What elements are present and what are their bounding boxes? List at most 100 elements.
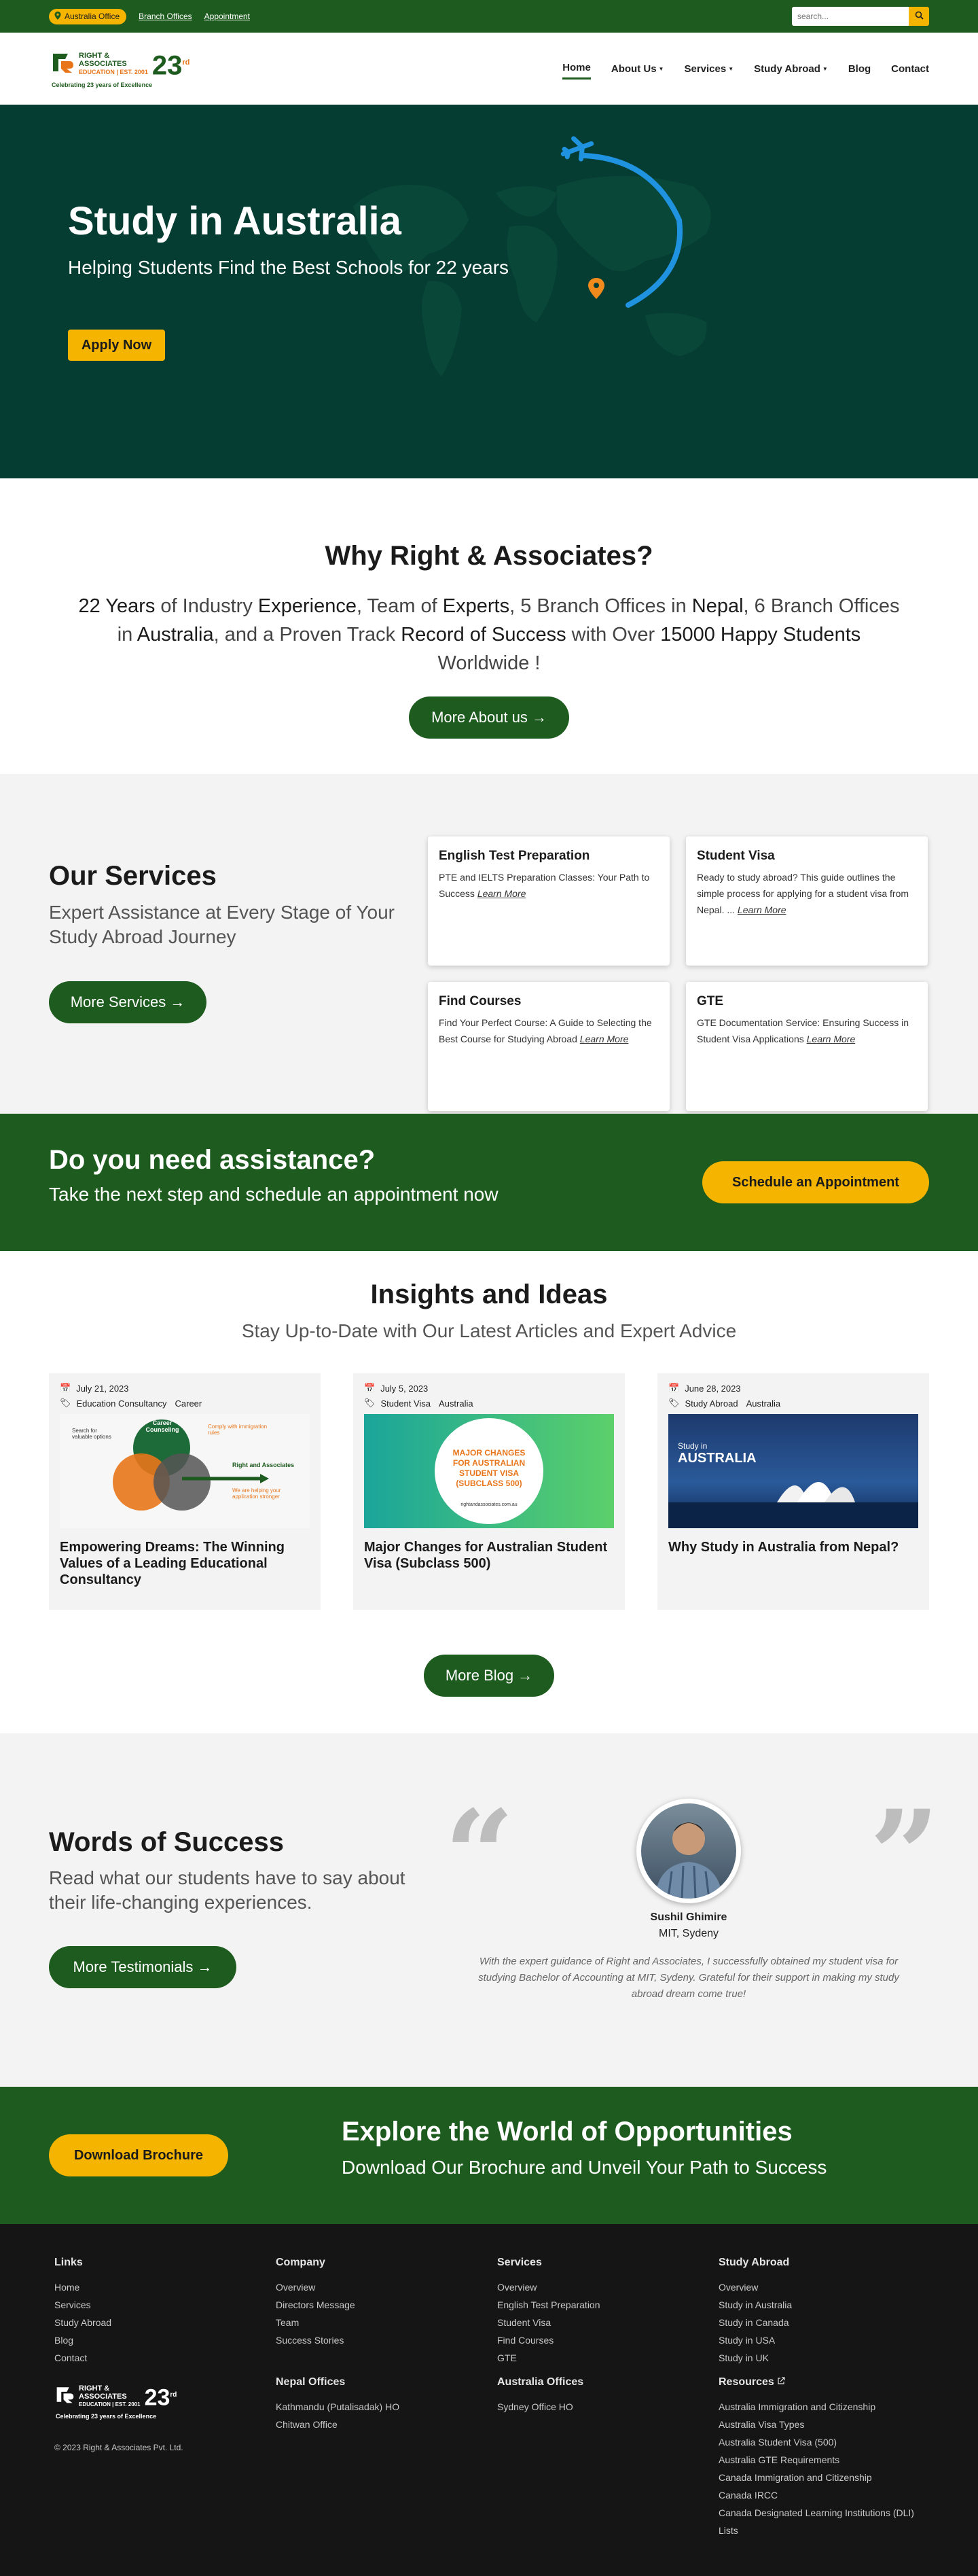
why-text: , and a Proven Track [213,624,401,646]
footer-resource-link[interactable]: Australia Visa Types [719,2416,936,2433]
learn-more-link[interactable]: Learn More [807,1034,856,1044]
blog-post-card[interactable]: 📅 June 28, 2023 🏷 Study Abroad Australia St… [657,1373,929,1610]
tag-icon: 🏷 [364,1398,376,1408]
footer-link[interactable]: Home [54,2278,111,2296]
search-input[interactable] [792,7,909,26]
service-card[interactable]: Find Courses Find Your Perfect Course: A … [428,982,670,1111]
download-brochure-button[interactable]: Download Brochure [49,2134,228,2176]
nav-contact[interactable]: Contact [891,58,929,80]
site-logo[interactable]: RIGHT & ASSOCIATES EDUCATION | EST. 2001… [52,49,189,88]
site-footer: Links Home Services Study Abroad Blog Contac… [0,2224,978,2576]
footer-link[interactable]: Directors Message [276,2296,355,2314]
search-button[interactable] [909,7,929,26]
footer-link[interactable]: Student Visa [497,2314,600,2331]
nav-blog[interactable]: Blog [848,58,871,80]
why-text: , Team of [356,595,443,617]
footer-resource-link[interactable]: Australia GTE Requirements [719,2451,936,2469]
more-about-button[interactable]: More About us → [409,696,569,739]
post-tag[interactable]: Education Consultancy [77,1398,167,1409]
footer-link[interactable]: Services [54,2296,111,2314]
learn-more-link[interactable]: Learn More [738,904,786,915]
footer-link[interactable]: Study in Canada [719,2314,792,2331]
learn-more-link[interactable]: Learn More [580,1034,629,1044]
thumb-right-text: Comply with immigration rules [208,1424,268,1436]
nav-services[interactable]: Services ▼ [684,58,734,80]
footer-resource-link[interactable]: Australia Immigration and Citizenship [719,2398,936,2416]
footer-link[interactable]: GTE [497,2349,600,2367]
service-card[interactable]: English Test Preparation PTE and IELTS Pr… [428,836,670,966]
footer-link[interactable]: Chitwan Office [276,2416,399,2433]
australia-office-pill[interactable]: Australia Office [49,8,127,24]
footer-link[interactable]: Study in USA [719,2331,792,2349]
footer-resource-link[interactable]: Canada IRCC [719,2486,936,2504]
anniversary-number: 23rd [144,2384,177,2411]
nav-about-us[interactable]: About Us ▼ [611,58,664,80]
service-card[interactable]: Student Visa Ready to study abroad? This … [686,836,928,966]
footer-resource-link[interactable]: Australia Student Visa (500) [719,2433,936,2451]
external-link-icon [777,2376,785,2388]
footer-link[interactable]: Study Abroad [54,2314,111,2331]
learn-more-link[interactable]: Learn More [477,888,526,899]
nav-study-abroad[interactable]: Study Abroad ▼ [754,58,828,80]
nav-home[interactable]: Home [562,58,591,80]
more-testimonials-label: More Testimonials [73,1958,194,1975]
footer-column-title: Australia Offices [497,2376,584,2388]
footer-links-column: Links Home Services Study Abroad Blog Contac… [54,2257,111,2367]
footer-logo[interactable]: RIGHT & ASSOCIATES EDUCATION | EST. 2001… [56,2382,177,2420]
calendar-icon: 📅 [364,1383,376,1393]
site-header: RIGHT & ASSOCIATES EDUCATION | EST. 2001… [0,33,978,105]
footer-resource-link[interactable]: Canada Designated Learning Institutions … [719,2504,936,2539]
services-section: Our Services Expert Assistance at Every … [0,774,978,1114]
post-title[interactable]: Major Changes for Australian Student Vis… [364,1539,614,1572]
calendar-icon: 📅 [60,1383,71,1393]
footer-resource-link[interactable]: Canada Immigration and Citizenship [719,2469,936,2486]
blog-post-card[interactable]: 📅 July 21, 2023 🏷 Education Consultancy Car… [49,1373,321,1610]
apply-now-button[interactable]: Apply Now [68,330,165,361]
arrow-right-icon: → [531,709,547,726]
service-card[interactable]: GTE GTE Documentation Service: Ensuring S… [686,982,928,1111]
post-title[interactable]: Why Study in Australia from Nepal? [668,1539,918,1555]
nav-label: Study Abroad [754,63,820,75]
post-tag[interactable]: Australia [746,1398,781,1409]
logo-tagline: Celebrating 23 years of Excellence [56,2413,157,2420]
branch-offices-link[interactable]: Branch Offices [139,12,192,21]
footer-link[interactable]: Blog [54,2331,111,2349]
more-blog-button[interactable]: More Blog → [424,1655,554,1697]
post-tag[interactable]: Career [175,1398,202,1409]
footer-link[interactable]: Study in UK [719,2349,792,2367]
footer-link[interactable]: Overview [276,2278,355,2296]
footer-column-title: Study Abroad [719,2257,790,2268]
why-highlight: 22 Years [78,595,156,617]
insights-section: Insights and Ideas Stay Up-to-Date with … [0,1251,978,1733]
post-date: July 5, 2023 [380,1383,429,1394]
footer-link[interactable]: English Test Preparation [497,2296,600,2314]
more-services-button[interactable]: More Services → [49,981,206,1023]
footer-link[interactable]: Success Stories [276,2331,355,2349]
footer-nepal-offices-column: Nepal Offices Kathmandu (Putalisadak) HO… [276,2376,399,2433]
insights-title: Insights and Ideas [370,1280,608,1309]
post-tag[interactable]: Study Abroad [685,1398,738,1409]
more-testimonials-button[interactable]: More Testimonials → [49,1946,236,1988]
post-tag[interactable]: Student Visa [381,1398,431,1409]
footer-link[interactable]: Overview [719,2278,792,2296]
post-title[interactable]: Empowering Dreams: The Winning Values of… [60,1539,310,1588]
office-pill-label: Australia Office [65,12,120,21]
testimonials-lead: Read what our students have to say about… [49,1867,405,1913]
brochure-title: Explore the World of Opportunities [342,2117,793,2147]
anniversary-number: 23rd [151,50,190,81]
blog-post-card[interactable]: 📅 July 5, 2023 🏷 Student Visa Australia MAJ… [353,1373,625,1610]
footer-link[interactable]: Find Courses [497,2331,600,2349]
post-tag[interactable]: Australia [439,1398,473,1409]
footer-link[interactable]: Kathmandu (Putalisadak) HO [276,2398,399,2416]
footer-link[interactable]: Team [276,2314,355,2331]
footer-link[interactable]: Contact [54,2349,111,2367]
services-title: Our Services [49,861,217,891]
appointment-link[interactable]: Appointment [204,12,250,21]
footer-link[interactable]: Study in Australia [719,2296,792,2314]
why-highlight: Australia [137,624,214,646]
footer-link[interactable]: Sydney Office HO [497,2398,583,2416]
footer-link[interactable]: Overview [497,2278,600,2296]
schedule-appointment-button[interactable]: Schedule an Appointment [702,1161,929,1203]
nav-label: Contact [891,63,929,75]
hero-subtitle: Helping Students Find the Best Schools f… [68,257,509,278]
